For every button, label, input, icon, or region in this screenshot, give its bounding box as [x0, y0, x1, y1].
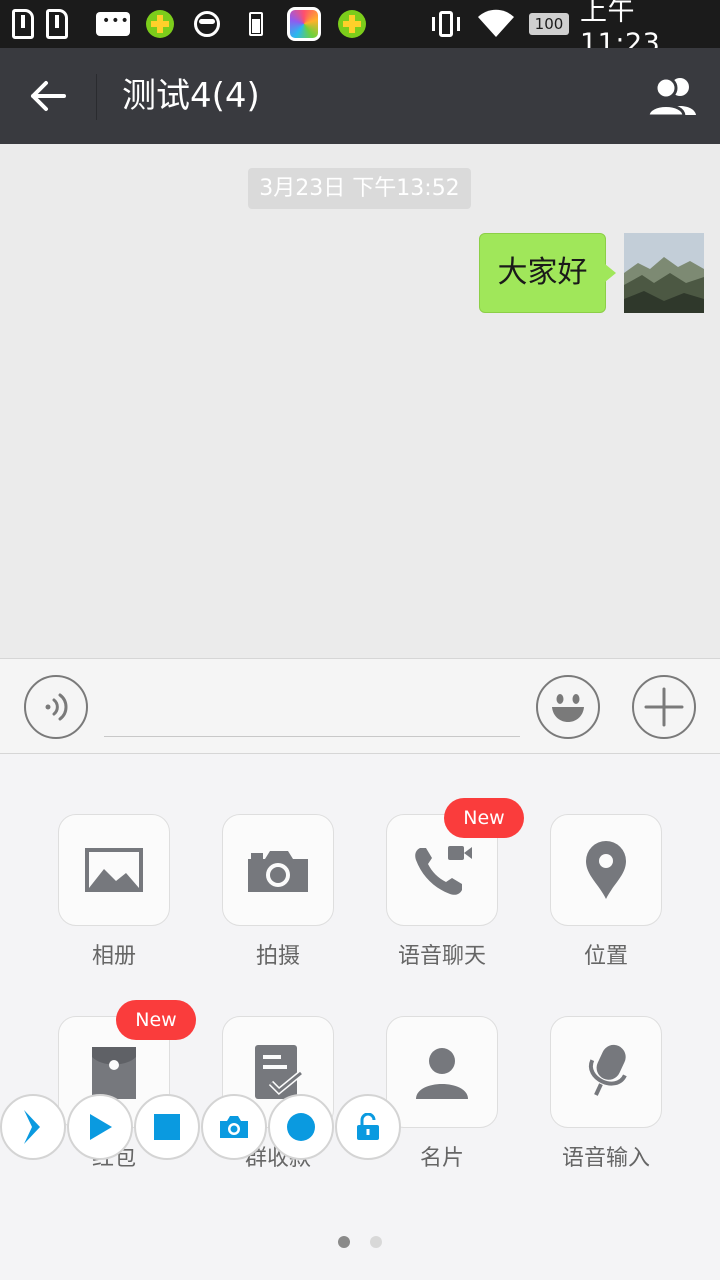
red-packet-icon: [92, 1047, 136, 1099]
play-icon: [90, 1114, 112, 1140]
chat-area[interactable]: 3月23日 下午13:52 大家好: [0, 144, 720, 658]
group-members-icon: [646, 76, 696, 117]
emoji-button[interactable]: [536, 675, 600, 739]
chat-title: 测试4(4): [122, 76, 260, 116]
title-divider: [96, 74, 97, 120]
title-bar: 测试4(4): [0, 48, 720, 144]
page-dot-1[interactable]: [338, 1236, 350, 1248]
more-button[interactable]: [632, 675, 696, 739]
unlock-button[interactable]: [335, 1094, 401, 1160]
tile-label: 拍摄: [255, 944, 300, 969]
contact-card-icon: [416, 1048, 468, 1099]
record-icon: [287, 1113, 315, 1141]
tile-label: 相册: [91, 944, 136, 969]
message-timestamp: 3月23日 下午13:52: [248, 168, 471, 209]
voice-call-icon: [415, 846, 472, 895]
tile-label: 名片: [419, 1146, 464, 1171]
avatar[interactable]: [624, 233, 704, 313]
voice-button[interactable]: [24, 675, 88, 739]
vibrate-icon: [428, 0, 464, 48]
battery-small-icon: [246, 0, 266, 48]
chevron-right-icon: [24, 1110, 40, 1144]
plus-icon: [644, 687, 684, 727]
clock: 上午11:23: [580, 0, 661, 59]
voice-icon: [45, 693, 68, 721]
camera-icon: [220, 1116, 248, 1138]
message-icon: [94, 0, 132, 48]
sim1-icon: [8, 0, 38, 48]
tile-label: 语音聊天: [397, 944, 486, 969]
tile-album[interactable]: 相册: [58, 814, 170, 970]
battery-level: 100: [529, 13, 569, 35]
camera-icon: [248, 851, 308, 892]
input-bar: [0, 658, 720, 754]
page-indicator: [0, 1236, 720, 1248]
unlock-icon: [357, 1113, 379, 1140]
tile-label: 语音输入: [561, 1146, 650, 1171]
battery-icon: 100: [528, 0, 570, 48]
stop-icon: [154, 1114, 180, 1140]
tile-voice-call[interactable]: 语音聊天 New: [386, 798, 524, 970]
album-icon: [85, 848, 143, 892]
new-badge: New: [116, 1000, 196, 1040]
emoji-icon: [552, 694, 584, 722]
wifi-icon: [474, 0, 518, 48]
new-badge: New: [444, 798, 524, 838]
tile-location[interactable]: 位置: [550, 814, 662, 970]
colorful-app-icon: [284, 0, 324, 48]
expand-button[interactable]: [0, 1094, 66, 1160]
message-bubble[interactable]: 大家好: [479, 233, 616, 313]
face-icon: [192, 0, 222, 48]
message-input[interactable]: [104, 677, 520, 737]
group-members-button[interactable]: [644, 66, 704, 126]
page-dot-2[interactable]: [370, 1236, 382, 1248]
tile-label: 位置: [583, 944, 628, 969]
360-plus-icon: [336, 0, 368, 48]
screenshot-button[interactable]: [201, 1094, 267, 1160]
360-plus-icon: [144, 0, 176, 48]
extension-panel: 相册 拍摄 语音聊天 New 位置 红包 New 群收款 名片 语音输入: [0, 754, 720, 1280]
group-payment-icon: [255, 1045, 303, 1099]
location-icon: [586, 841, 626, 899]
record-button[interactable]: [268, 1094, 334, 1160]
play-button[interactable]: [67, 1094, 133, 1160]
floating-toolbar: [0, 1094, 402, 1160]
status-bar: 100 上午11:23: [0, 0, 720, 59]
voice-input-icon: [588, 1044, 627, 1096]
arrow-left-icon: [31, 81, 66, 111]
tile-camera[interactable]: 拍摄: [222, 814, 334, 970]
back-button[interactable]: [18, 66, 78, 126]
stop-button[interactable]: [134, 1094, 200, 1160]
sim2-icon: [42, 0, 72, 48]
tile-voice-input[interactable]: 语音输入: [550, 1016, 662, 1172]
tile-contact-card[interactable]: 名片: [386, 1016, 498, 1172]
